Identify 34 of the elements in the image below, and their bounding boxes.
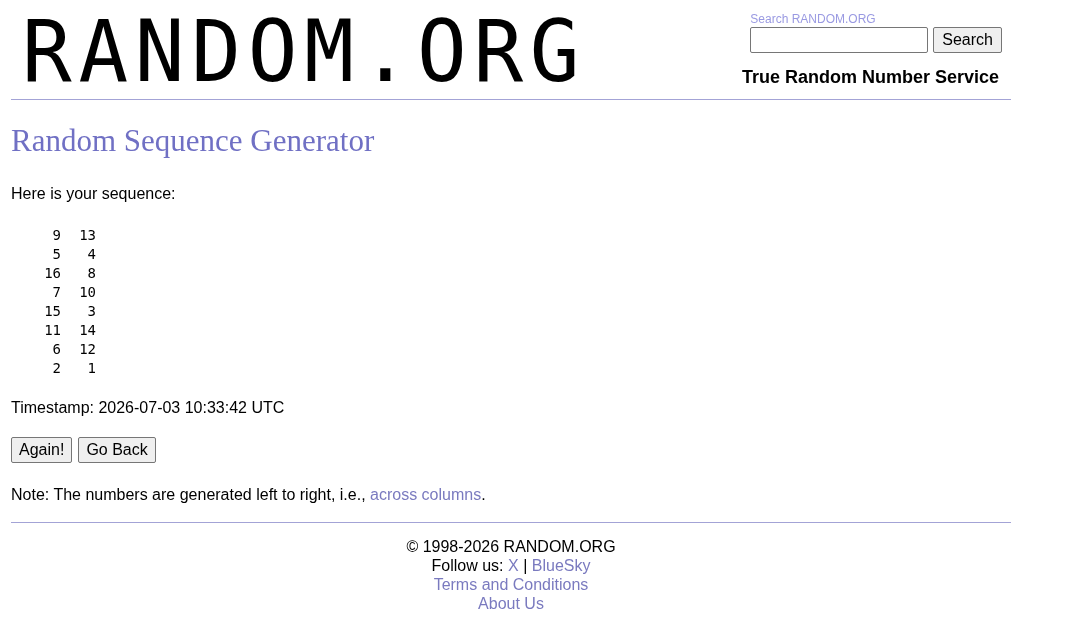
sequence-number: 8 xyxy=(87,265,96,281)
across-columns-link[interactable]: across columns xyxy=(370,486,482,503)
bluesky-link[interactable]: BlueSky xyxy=(531,557,591,574)
sequence-number: 6 xyxy=(52,341,61,357)
sequence-number: 16 xyxy=(44,265,61,281)
sequence-number: 11 xyxy=(44,322,61,338)
search-label-link[interactable]: Search RANDOM.ORG xyxy=(750,12,876,26)
x-link[interactable]: X xyxy=(508,557,519,574)
sequence-number: 1 xyxy=(87,360,96,376)
page-title: Random Sequence Generator xyxy=(11,124,375,158)
note-text: Note: The numbers are generated left to right, i.e., across columns. xyxy=(11,486,486,503)
site-logo[interactable]: RANDOM.ORG xyxy=(22,8,587,94)
sequence-number: 9 xyxy=(52,227,61,243)
sequence-number: 5 xyxy=(52,246,61,262)
search-field[interactable] xyxy=(750,27,929,53)
sequence-number: 13 xyxy=(79,227,96,243)
search-button[interactable]: Search xyxy=(933,27,1002,53)
terms-link[interactable]: Terms and Conditions xyxy=(433,575,589,594)
again-button[interactable]: Again! xyxy=(11,437,73,463)
timestamp-text: Timestamp: 2026-07-03 10:33:42 UTC xyxy=(11,398,285,418)
sequence-number: 12 xyxy=(79,341,96,357)
copyright-text: © 1998-2026 RANDOM.ORG xyxy=(406,537,616,556)
go-back-button[interactable]: Go Back xyxy=(78,437,156,463)
sequence-number: 4 xyxy=(87,246,96,262)
sequence-number: 2 xyxy=(52,360,61,376)
intro-text: Here is your sequence: xyxy=(11,184,176,204)
sequence-number: 7 xyxy=(52,284,61,300)
sequence-number: 14 xyxy=(79,322,96,338)
tagline-text: True Random Number Service xyxy=(741,66,999,88)
sequence-number: 3 xyxy=(87,303,96,319)
sequence-number: 10 xyxy=(79,284,96,300)
follow-us-text: Follow us: X | BlueSky xyxy=(431,556,591,575)
sequence-number: 15 xyxy=(44,303,61,319)
about-us-link[interactable]: About Us xyxy=(478,594,544,613)
